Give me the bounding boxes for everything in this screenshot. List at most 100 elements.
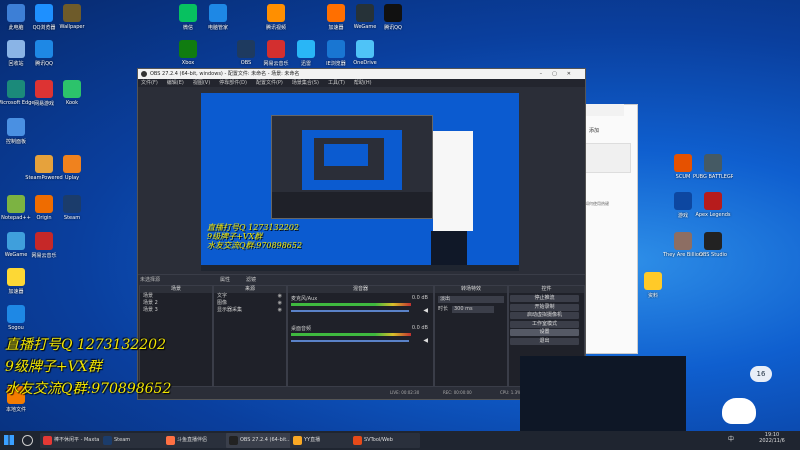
desktop-left-glyph-icon bbox=[7, 232, 25, 250]
nested-side-window bbox=[433, 131, 473, 231]
desktop-top-icon[interactable]: 腾讯视频 bbox=[256, 4, 296, 31]
taskbar-item[interactable]: OBS 27.2.4 (64-bit... bbox=[226, 433, 298, 448]
side-window-back bbox=[584, 104, 624, 116]
transition-select[interactable]: 淡出 bbox=[438, 296, 504, 303]
source-item[interactable]: 文字 ◉ bbox=[214, 293, 286, 300]
speaker-icon[interactable]: ◀ bbox=[423, 337, 428, 344]
desktop-left-glyph-icon bbox=[35, 195, 53, 213]
desktop-left-icon[interactable]: 腾讯QQ bbox=[24, 40, 64, 67]
desktop-left-icon[interactable]: 加速器 bbox=[0, 268, 36, 295]
menu-item[interactable]: 帮助(H) bbox=[354, 79, 372, 87]
desktop-left-icon[interactable]: Steam bbox=[52, 195, 92, 221]
side-window[interactable]: 添加 如何使用热键 bbox=[578, 104, 638, 354]
desktop-right-icon[interactable]: PUBG BATTLEGR... bbox=[693, 154, 733, 180]
menu-item[interactable]: 视图(V) bbox=[193, 79, 210, 87]
eye-icon[interactable]: ◉ bbox=[278, 307, 282, 314]
side-window-box bbox=[585, 143, 631, 173]
control-button[interactable]: 开始录制 bbox=[510, 303, 579, 311]
overlay-line-1: 直播打号Q 1273132202 bbox=[5, 337, 166, 353]
desktop-top-icon[interactable]: Xbox bbox=[168, 40, 208, 66]
mixer-channel-name: 麦克风/Aux bbox=[291, 296, 318, 302]
desktop-left-icon[interactable]: Uplay bbox=[52, 155, 92, 181]
mixer-channel-db: 0.0 dB bbox=[411, 295, 428, 301]
eye-icon[interactable]: ◉ bbox=[278, 293, 282, 300]
obs-menubar: 文件(F) 编辑(E) 视图(V) 停靠部件(D) 配置文件(P) 场景集合(S) 工具(T… bbox=[138, 79, 585, 87]
taskbar-item-label: 棒不休闲平 - Maxta bbox=[54, 437, 100, 443]
search-icon[interactable] bbox=[22, 435, 33, 446]
taskbar-item[interactable]: 斗鱼直播伴侣 bbox=[163, 433, 233, 448]
desktop-left-glyph-icon bbox=[7, 4, 25, 22]
source-item[interactable]: 显示器采集 ◉ bbox=[214, 307, 286, 314]
menu-item[interactable]: 编辑(E) bbox=[167, 79, 184, 87]
volume-slider[interactable] bbox=[291, 310, 409, 312]
no-source-label: 未选择源 bbox=[140, 277, 161, 283]
menu-item[interactable]: 场景集合(S) bbox=[292, 79, 319, 87]
control-button[interactable]: 退出 bbox=[510, 337, 579, 345]
side-window-item[interactable]: 如何使用热键 bbox=[585, 201, 609, 207]
desktop-top-icon[interactable]: 腾讯QQ bbox=[373, 4, 413, 31]
taskbar-app-icon bbox=[43, 436, 52, 445]
taskbar: 棒不休闲平 - Maxta Steam 斗鱼直播伴侣 OBS 27.2.4 (64-b… bbox=[0, 431, 800, 450]
transitions-header: 转场特效 bbox=[435, 286, 507, 293]
mixer-channel: 桌面音频 0.0 dB ◀ bbox=[291, 325, 430, 353]
desktop-top-icon[interactable]: 电脑管家 bbox=[198, 4, 238, 31]
control-button[interactable]: 停止推流 bbox=[510, 295, 579, 302]
control-button[interactable]: 设置 bbox=[510, 329, 579, 336]
desktop-left-icon[interactable]: Kook bbox=[52, 80, 92, 106]
desktop-left-icon[interactable]: Sogou bbox=[0, 305, 36, 331]
taskbar-item[interactable]: Steam bbox=[100, 433, 170, 448]
desktop-top-glyph-icon bbox=[356, 40, 374, 58]
status-rec: REC: 00:00:00 bbox=[443, 390, 472, 395]
scene-item[interactable]: 场景 bbox=[140, 293, 212, 300]
window-controls[interactable]: –▢✕ bbox=[540, 69, 581, 79]
control-button[interactable]: 启动虚拟摄像机 bbox=[510, 312, 579, 319]
desktop-right-icon[interactable]: Apex Legends bbox=[693, 192, 733, 218]
desktop-left-icon[interactable]: 控制面板 bbox=[0, 118, 36, 145]
clock[interactable]: 19:10 2022/11/6 bbox=[752, 432, 792, 444]
eye-icon[interactable]: ◉ bbox=[278, 300, 282, 307]
desktop-left-label: Kook bbox=[65, 100, 79, 106]
desktop-top-glyph-icon bbox=[267, 40, 285, 58]
mixer-channel-db: 0.0 dB bbox=[411, 325, 428, 331]
taskbar-item[interactable]: SVTool/Web bbox=[350, 433, 420, 448]
desktop-top-glyph-icon bbox=[327, 40, 345, 58]
menu-item[interactable]: 配置文件(P) bbox=[256, 79, 283, 87]
desktop-right-glyph-icon bbox=[674, 192, 692, 210]
desktop-right-glyph-icon bbox=[674, 154, 692, 172]
control-button[interactable]: 工作室模式 bbox=[510, 320, 579, 328]
obs-window[interactable]: OBS 27.2.4 (64-bit, windows) - 配置文件: 未命名… bbox=[137, 68, 586, 400]
desktop-top-glyph-icon bbox=[356, 4, 374, 22]
obs-preview[interactable]: 直播打号Q 1273132202 9级牌子+VX群 水友交流Q群:9708986… bbox=[201, 93, 519, 271]
desktop-left-icon[interactable]: 网易云音乐 bbox=[24, 232, 64, 259]
desktop-right-icon[interactable]: 资料 bbox=[633, 272, 673, 299]
menu-item[interactable]: 工具(T) bbox=[328, 79, 345, 87]
desktop-left-glyph-icon bbox=[7, 118, 25, 136]
source-toolbar: 未选择源 属性 滤镜 bbox=[138, 274, 585, 284]
duration-field[interactable]: 300 ms bbox=[452, 306, 494, 313]
desktop-right-label: PUBG BATTLEGR... bbox=[693, 174, 733, 180]
weather-badge[interactable]: 16 bbox=[750, 366, 772, 382]
taskbar-item-label: SVTool/Web bbox=[364, 437, 393, 443]
taskbar-item-label: 斗鱼直播伴侣 bbox=[177, 437, 208, 443]
desktop-left-label: 本地文件 bbox=[5, 407, 26, 413]
filters-button[interactable]: 滤镜 bbox=[246, 276, 256, 283]
lang-indicator[interactable]: 中 bbox=[728, 434, 734, 443]
desktop-right-icon[interactable]: OBS Studio bbox=[693, 232, 733, 258]
menu-item[interactable]: 文件(F) bbox=[141, 79, 158, 87]
mixer-panel: 混音器 麦克风/Aux 0.0 dB ◀ 桌面音频 0.0 dB ◀ bbox=[287, 285, 434, 387]
desktop-top-icon[interactable]: OneDrive bbox=[345, 40, 385, 66]
scene-item[interactable]: 场景 2 bbox=[140, 300, 212, 307]
desktop-left-icon[interactable]: Wallpaper bbox=[52, 4, 92, 30]
properties-button[interactable]: 属性 bbox=[220, 276, 230, 283]
speaker-icon[interactable]: ◀ bbox=[423, 307, 428, 314]
transitions-panel: 转场特效 淡出 时长 300 ms bbox=[434, 285, 508, 387]
start-button[interactable] bbox=[4, 435, 14, 445]
scene-item[interactable]: 场景 3 bbox=[140, 307, 212, 314]
menu-item[interactable]: 停靠部件(D) bbox=[219, 79, 247, 87]
volume-meter bbox=[291, 333, 411, 336]
desktop-left-glyph-icon bbox=[63, 80, 81, 98]
volume-slider[interactable] bbox=[291, 340, 409, 342]
desktop-top-glyph-icon bbox=[179, 40, 197, 58]
source-item[interactable]: 图像 ◉ bbox=[214, 300, 286, 307]
source-label: 文字 bbox=[217, 293, 228, 299]
